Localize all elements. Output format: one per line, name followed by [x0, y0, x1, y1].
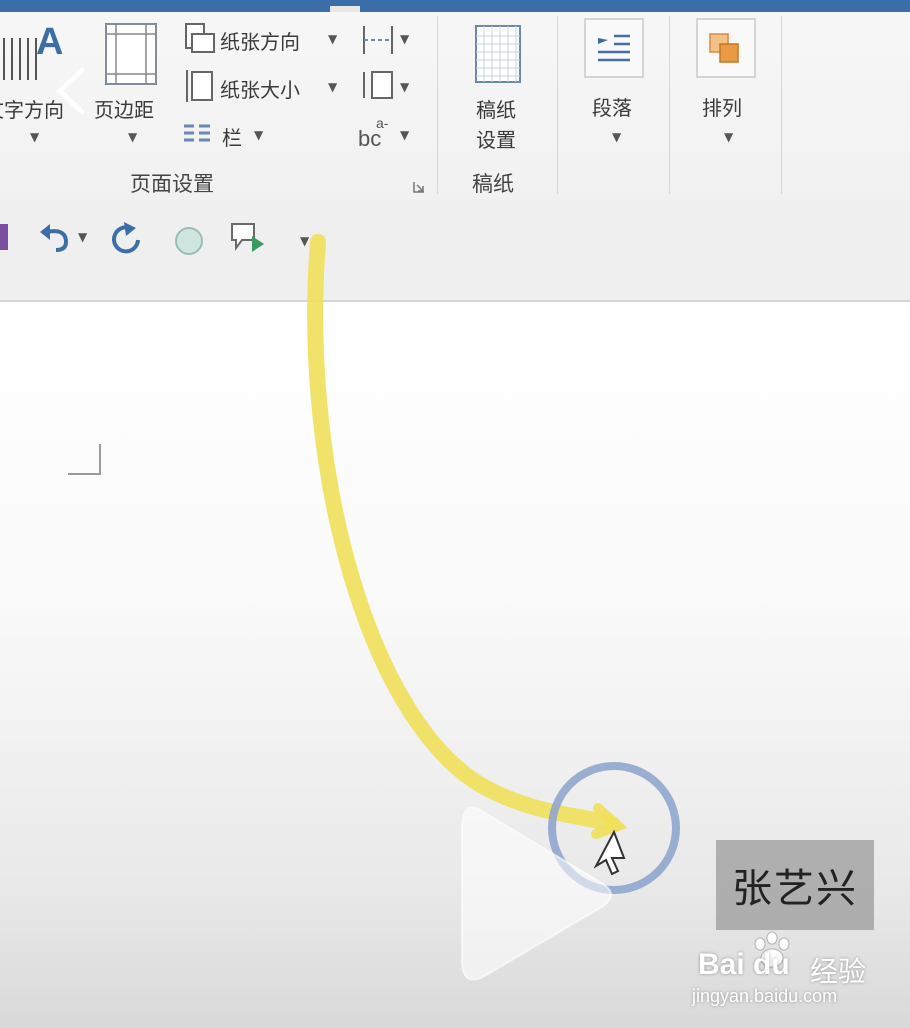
baidu-jingyan-watermark: Bai du 经验 jingyan.baidu.com [692, 930, 892, 1010]
watermark-brand: Bai du [698, 948, 790, 981]
name-tag: 张艺兴 [716, 840, 874, 930]
play-button-icon [461, 806, 612, 981]
annotation-arrow-stroke [307, 234, 620, 832]
watermark-url: jingyan.baidu.com [692, 986, 838, 1006]
watermark-jingyan: 经验 [810, 955, 867, 988]
mouse-cursor-icon [593, 829, 626, 876]
